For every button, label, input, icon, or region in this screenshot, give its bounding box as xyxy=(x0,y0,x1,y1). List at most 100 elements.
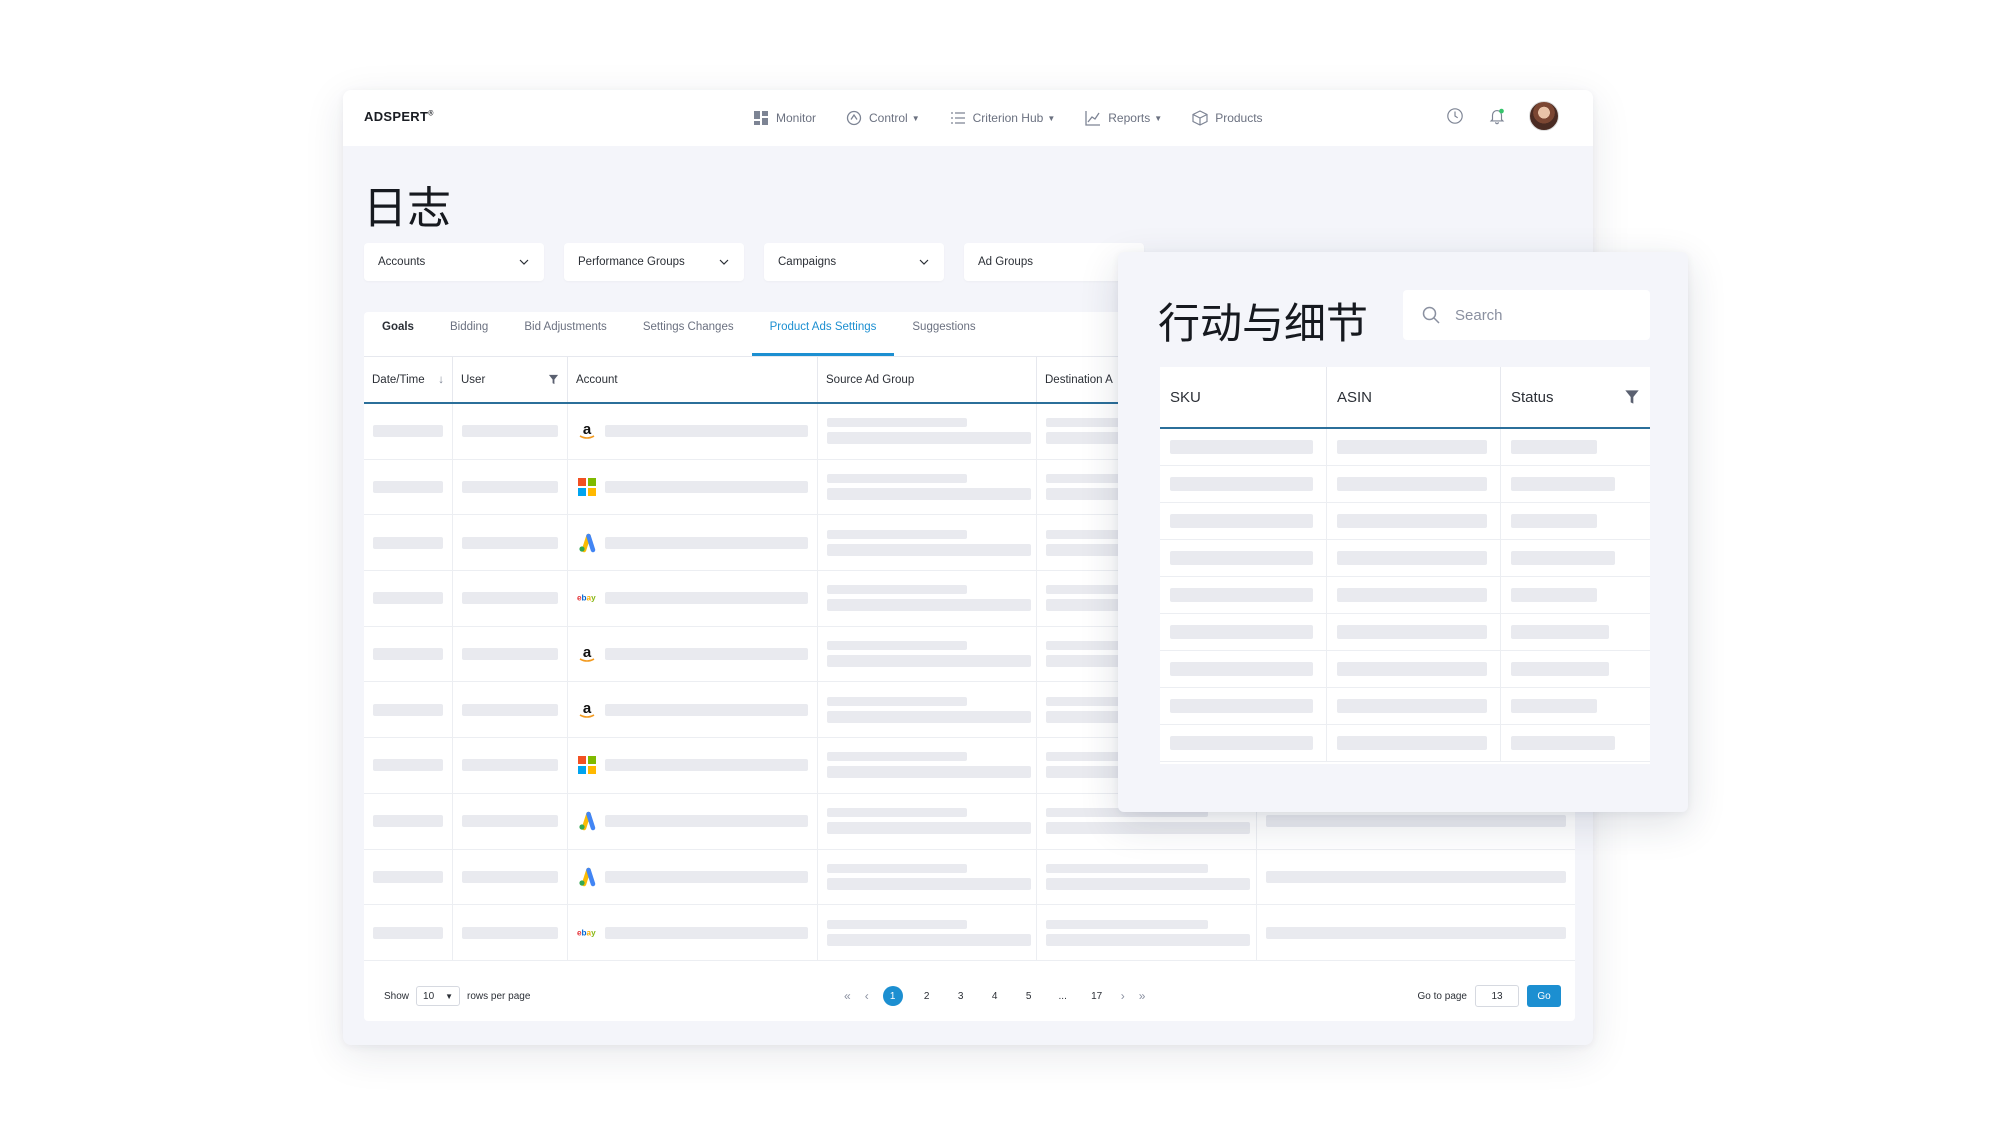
tab-product-ads-settings[interactable]: Product Ads Settings xyxy=(751,312,895,356)
filter-performance-groups[interactable]: Performance Groups xyxy=(564,243,744,281)
detail-table-row[interactable] xyxy=(1160,651,1650,688)
tab-bidding[interactable]: Bidding xyxy=(432,312,506,356)
filter-label: Accounts xyxy=(378,256,426,268)
user-avatar[interactable] xyxy=(1529,101,1559,131)
rows-per-page-select[interactable]: 10 ▼ xyxy=(416,986,461,1006)
page-3-button[interactable]: 3 xyxy=(951,986,971,1006)
detail-table-row[interactable] xyxy=(1160,429,1650,466)
status-cell xyxy=(1501,688,1650,724)
datetime-cell xyxy=(364,905,453,960)
svg-text:ebay: ebay xyxy=(577,594,596,603)
placeholder-bar xyxy=(1337,588,1487,602)
filter-ad-groups[interactable]: Ad Groups xyxy=(964,243,1144,281)
datetime-cell xyxy=(364,459,453,515)
page-1-button[interactable]: 1 xyxy=(882,986,903,1006)
detail-table-row[interactable] xyxy=(1160,540,1650,577)
filter-icon[interactable] xyxy=(1624,389,1640,405)
detail-table-row[interactable] xyxy=(1160,577,1650,614)
tab-bid-adjustments[interactable]: Bid Adjustments xyxy=(506,312,624,356)
log-tabs: Goals Bidding Bid Adjustments Settings C… xyxy=(364,312,994,356)
placeholder-bar xyxy=(827,710,1031,723)
placeholder-bar xyxy=(605,648,808,661)
page-17-button[interactable]: 17 xyxy=(1087,986,1107,1006)
account-cell xyxy=(568,515,818,571)
account-cell: ebay xyxy=(568,571,818,626)
detail-table-row[interactable] xyxy=(1160,466,1650,503)
placeholder-bar xyxy=(827,655,1031,668)
nav-monitor-label: Monitor xyxy=(776,111,817,125)
placeholder-bar xyxy=(462,536,558,549)
placeholder-bar xyxy=(462,870,558,883)
datetime-cell xyxy=(364,626,453,682)
asin-cell xyxy=(1327,614,1501,650)
column-header-account[interactable]: Account xyxy=(568,357,818,402)
placeholder-bar xyxy=(462,815,558,828)
column-header-datetime[interactable]: Date/Time ↓ xyxy=(364,357,453,402)
placeholder-bar xyxy=(462,648,558,661)
go-to-page-input[interactable]: 13 xyxy=(1475,985,1519,1007)
nav-products[interactable]: Products xyxy=(1192,110,1263,126)
first-page-icon[interactable]: « xyxy=(844,989,851,1003)
sort-down-arrow-icon[interactable]: ↓ xyxy=(438,374,444,386)
asin-cell xyxy=(1327,503,1501,539)
user-cell xyxy=(453,905,568,960)
placeholder-bar xyxy=(1266,815,1566,828)
placeholder-bar xyxy=(373,870,443,883)
column-header-asin[interactable]: ASIN xyxy=(1327,367,1501,427)
nav-reports[interactable]: Reports ▼ xyxy=(1085,110,1162,126)
detail-table-row[interactable] xyxy=(1160,725,1650,762)
detail-table-row[interactable] xyxy=(1160,614,1650,651)
page-2-button[interactable]: 2 xyxy=(917,986,937,1006)
placeholder-bar xyxy=(1337,477,1487,491)
page-5-button[interactable]: 5 xyxy=(1019,986,1039,1006)
column-header-user[interactable]: User xyxy=(453,357,568,402)
user-cell xyxy=(453,404,568,459)
notification-bell-icon[interactable] xyxy=(1487,106,1507,126)
rows-per-page-label: rows per page xyxy=(467,990,531,1002)
last-page-icon[interactable]: » xyxy=(1139,989,1146,1003)
nav-criterion-hub[interactable]: Criterion Hub ▼ xyxy=(950,110,1055,126)
go-button[interactable]: Go xyxy=(1527,985,1561,1007)
status-cell xyxy=(1501,540,1650,576)
next-page-icon[interactable]: › xyxy=(1121,989,1125,1003)
detail-table-row[interactable] xyxy=(1160,503,1650,540)
account-cell xyxy=(568,849,818,905)
table-row[interactable] xyxy=(364,849,1575,906)
placeholder-bar xyxy=(1511,662,1609,676)
placeholder-bar xyxy=(827,696,967,706)
history-clock-icon[interactable] xyxy=(1445,106,1465,126)
nav-reports-label: Reports xyxy=(1108,111,1151,125)
nav-monitor[interactable]: Monitor xyxy=(753,110,816,126)
column-label: Account xyxy=(576,373,618,386)
page-4-button[interactable]: 4 xyxy=(985,986,1005,1006)
tab-goals[interactable]: Goals xyxy=(382,312,432,356)
amazon-logo-icon: a xyxy=(577,644,597,664)
search-input[interactable]: Search xyxy=(1403,290,1650,340)
column-header-sku[interactable]: SKU xyxy=(1160,367,1327,427)
asin-cell xyxy=(1327,651,1501,687)
nav-control[interactable]: Control ▼ xyxy=(846,110,920,126)
sku-cell xyxy=(1160,577,1327,613)
detail-table-row[interactable] xyxy=(1160,688,1650,725)
column-header-status[interactable]: Status xyxy=(1501,367,1650,427)
placeholder-bar xyxy=(1511,440,1597,454)
brand-logo[interactable]: ADSPERT® xyxy=(364,109,434,124)
page-title: 日志 xyxy=(363,183,451,234)
table-row[interactable]: ebay xyxy=(364,905,1575,961)
filter-icon[interactable] xyxy=(548,374,559,385)
asin-cell xyxy=(1327,725,1501,761)
placeholder-bar xyxy=(827,766,1031,779)
source-ad-group-cell xyxy=(818,849,1037,905)
previous-page-icon[interactable]: ‹ xyxy=(865,989,869,1003)
placeholder-bar xyxy=(1511,625,1609,639)
nav-criterion-hub-label: Criterion Hub xyxy=(972,111,1044,125)
google-ads-logo-icon xyxy=(577,533,597,553)
filter-campaigns[interactable]: Campaigns xyxy=(764,243,944,281)
user-cell xyxy=(453,571,568,626)
tab-settings-changes[interactable]: Settings Changes xyxy=(625,312,752,356)
filter-accounts[interactable]: Accounts xyxy=(364,243,544,281)
tab-suggestions[interactable]: Suggestions xyxy=(894,312,993,356)
placeholder-bar xyxy=(605,425,808,438)
column-header-source-ad-group[interactable]: Source Ad Group xyxy=(818,357,1037,402)
list-icon xyxy=(950,112,965,124)
